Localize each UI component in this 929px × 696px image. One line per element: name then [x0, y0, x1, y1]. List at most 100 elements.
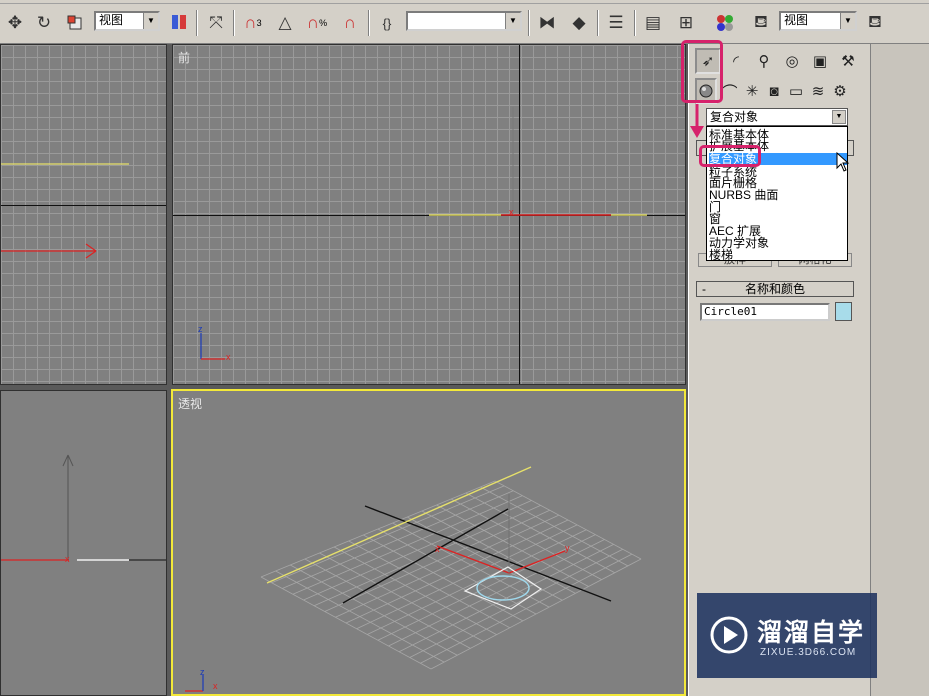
- tab-space-warps[interactable]: ≋: [807, 78, 829, 104]
- top-view-objects: [1, 163, 129, 259]
- toolbar-separator: [233, 10, 235, 36]
- display-monitor-icon: ▣: [812, 53, 828, 70]
- utilities-hammer-icon: ⚒: [841, 53, 855, 70]
- hierarchy-icon: ⚲: [758, 53, 770, 70]
- motion-wheel-icon: ◎: [785, 53, 799, 70]
- left-axis-x-label: x: [65, 554, 70, 564]
- object-category-select[interactable]: 复合对象 ▼: [706, 108, 848, 126]
- watermark-title: 溜溜自学: [757, 619, 866, 647]
- tab-motion[interactable]: ◎: [779, 48, 805, 74]
- highlight-create-tab: [681, 40, 723, 103]
- persp-axis-y-label: y: [565, 543, 570, 553]
- schematic-view-icon[interactable]: ⊞: [673, 8, 699, 38]
- tab-utilities[interactable]: ⚒: [835, 48, 861, 74]
- select-rotate-icon[interactable]: ↻: [31, 8, 57, 38]
- named-selection-set[interactable]: ▼: [406, 11, 522, 31]
- chevron-down-icon: ▼: [840, 13, 855, 29]
- object-color-swatch[interactable]: [835, 302, 852, 321]
- spinner-snap-icon[interactable]: ∩: [337, 8, 363, 38]
- viewport-perspective[interactable]: 透视 x y z x: [171, 389, 686, 696]
- perspective-grid-line: [430, 558, 642, 670]
- persp-axis-x-label-2: x: [213, 681, 218, 691]
- toolbar-separator: [528, 10, 530, 36]
- layer-manager-icon[interactable]: ☰: [603, 8, 629, 38]
- toolbar-separator: [597, 10, 599, 36]
- perspective-grid-line: [377, 534, 596, 641]
- viewport-area: 前 x z x x 透视 x y z x: [0, 44, 688, 696]
- percent-label: %: [319, 18, 328, 28]
- render-scene-icon[interactable]: ⛾: [748, 8, 774, 38]
- front-axis-x-label: x: [509, 207, 514, 217]
- helpers-icon: ▭: [788, 83, 804, 100]
- viewport-top[interactable]: [0, 44, 167, 385]
- scale-icon: [67, 15, 82, 30]
- perspective-grid-line: [421, 510, 576, 594]
- front-view-objects: [200, 107, 647, 360]
- command-panel-scroll-area[interactable]: [870, 44, 929, 696]
- menu-bar: [0, 0, 929, 4]
- material-editor-icon[interactable]: [712, 8, 738, 38]
- tab-cameras[interactable]: ◙: [763, 78, 785, 104]
- tab-helpers[interactable]: ▭: [785, 78, 807, 104]
- dropdown-item-stairs[interactable]: 楼梯: [709, 249, 733, 261]
- tab-systems[interactable]: ⚙: [829, 78, 851, 104]
- watermark: 溜溜自学 ZIXUE.3D66.COM: [697, 593, 877, 678]
- tab-lights[interactable]: ✳: [741, 78, 763, 104]
- select-scale-icon[interactable]: [62, 8, 88, 38]
- select-manipulate-icon[interactable]: ⤧: [203, 8, 229, 38]
- rollout-collapse-icon: -: [702, 282, 706, 296]
- perspective-grid-line: [420, 553, 633, 664]
- main-toolbar: ✥ ↻ 视图 ▼ ⤧ ∩ 3 △ ∩% ∩ {} ▼ ⧓ ◆ ☰ ▤ ⊞ ⛾ 视…: [0, 0, 929, 44]
- tab-modify[interactable]: ◜: [723, 48, 749, 74]
- perspective-grid-line: [409, 548, 623, 658]
- toolbar-separator: [634, 10, 636, 36]
- perspective-grid-line: [388, 539, 605, 647]
- mirror-icon[interactable]: ⧓: [534, 8, 560, 38]
- snap-toggle-icon[interactable]: ∩ 3: [240, 8, 266, 38]
- watermark-play-logo-icon: [710, 616, 748, 654]
- shapes-icon: ⌒: [722, 83, 738, 101]
- name-color-title: 名称和颜色: [744, 282, 805, 296]
- align-icon[interactable]: ◆: [566, 8, 592, 38]
- left-view-objects: [1, 454, 166, 561]
- watermark-subtitle: ZIXUE.3D66.COM: [760, 647, 857, 658]
- space-warps-icon: ≋: [811, 83, 825, 100]
- persp-axis-z-label: z: [200, 667, 205, 677]
- toolbar-separator: [196, 10, 198, 36]
- front-axis-x-label-2: x: [226, 352, 231, 362]
- chevron-down-icon: ▼: [143, 13, 158, 29]
- tutorial-arrow-icon: [690, 104, 704, 138]
- render-type-select[interactable]: 视图 ▼: [779, 11, 857, 31]
- highlight-compound-objects: [699, 145, 761, 167]
- track-view-icon[interactable]: ▤: [640, 8, 666, 38]
- percent-snap-icon[interactable]: ∩%: [304, 8, 330, 38]
- tab-hierarchy[interactable]: ⚲: [751, 48, 777, 74]
- angle-snap-icon[interactable]: △: [272, 8, 298, 38]
- reference-coord-value: 视图: [99, 13, 124, 27]
- pivot-icon: [172, 15, 186, 29]
- viewport-left[interactable]: x: [0, 390, 167, 696]
- front-axis-z-label: z: [198, 324, 203, 334]
- perspective-grid: [185, 466, 642, 692]
- systems-gear-icon: ⚙: [833, 83, 847, 100]
- quick-render-teapot-icon[interactable]: ⛾: [862, 8, 888, 38]
- chevron-down-icon: ▼: [832, 110, 846, 124]
- reference-coord-select[interactable]: 视图 ▼: [94, 11, 160, 31]
- camera-icon: ◙: [769, 82, 779, 100]
- render-type-value: 视图: [784, 13, 809, 27]
- snap-label: 3: [256, 18, 262, 28]
- viewport-front[interactable]: 前 x z x: [172, 44, 686, 385]
- object-category-value: 复合对象: [710, 110, 759, 124]
- object-name-input[interactable]: Circle01: [700, 303, 830, 321]
- tab-display[interactable]: ▣: [807, 48, 833, 74]
- modify-arc-icon: ◜: [733, 53, 739, 70]
- lights-icon: ✳: [745, 83, 759, 100]
- perspective-grid-lines: [260, 480, 642, 670]
- edit-named-selections-icon[interactable]: {}: [374, 8, 400, 38]
- app-window: ✥ ↻ 视图 ▼ ⤧ ∩ 3 △ ∩% ∩ {} ▼ ⧓ ◆ ☰ ▤ ⊞ ⛾ 视…: [0, 0, 929, 696]
- mouse-pointer-icon: [836, 152, 850, 172]
- toolbar-separator: [368, 10, 370, 36]
- select-move-icon[interactable]: ✥: [2, 8, 28, 38]
- name-color-rollout-header[interactable]: - 名称和颜色: [696, 281, 854, 297]
- pivot-center-icon[interactable]: [166, 8, 192, 38]
